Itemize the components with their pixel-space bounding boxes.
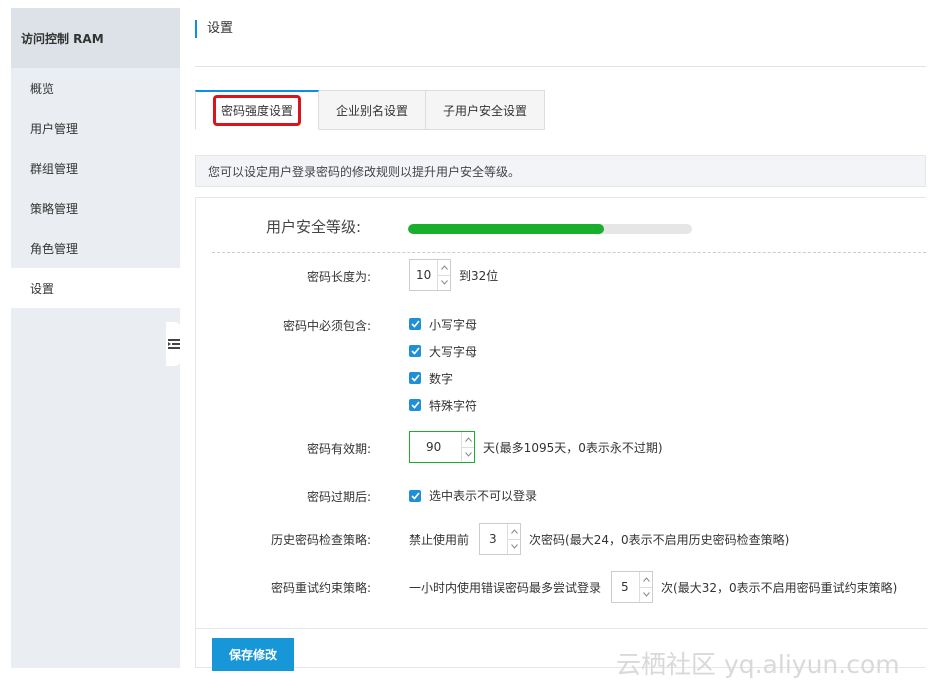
option-digits[interactable]: 数字 (409, 369, 453, 387)
sidebar-item-users[interactable]: 用户管理 (11, 108, 180, 148)
security-level-label: 用户安全等级: (266, 217, 362, 236)
chevron-down-icon (440, 280, 448, 286)
check-icon (410, 320, 420, 328)
history-label: 历史密码检查策略: (270, 533, 371, 547)
length-decrement-button[interactable] (438, 276, 450, 291)
retry-increment-button[interactable] (640, 572, 653, 588)
sidebar-item-policies[interactable]: 策略管理 (11, 188, 180, 228)
option-uppercase[interactable]: 大写字母 (409, 342, 477, 360)
length-increment-button[interactable] (438, 260, 450, 276)
retry-value[interactable]: 5 (612, 572, 639, 602)
chevron-down-icon (642, 592, 650, 598)
validity-suffix: 天(最多1095天，0表示永不过期) (483, 440, 663, 455)
validity-row: 90 天(最多1095天，0表示永不过期) (409, 431, 663, 463)
password-form: 用户安全等级: 密码长度为: 10 到32位 密码中必须包含: 小写字母 大写字… (195, 197, 927, 671)
chevron-up-icon (510, 528, 518, 534)
check-icon (410, 347, 420, 355)
length-stepper-arrows (437, 260, 450, 290)
retry-stepper[interactable]: 5 (611, 571, 654, 603)
sidebar-title: 访问控制 RAM (11, 8, 180, 68)
checkbox-block-login[interactable] (409, 489, 421, 502)
info-banner: 您可以设定用户登录密码的修改规则以提升用户安全等级。 (195, 155, 926, 187)
sidebar-item-roles[interactable]: 角色管理 (11, 228, 180, 268)
validity-label: 密码有效期: (306, 442, 371, 456)
sidebar-item-overview[interactable]: 概览 (11, 68, 180, 108)
option-special-label: 特殊字符 (429, 398, 478, 413)
watermark: 云栖社区 yq.aliyun.com (616, 650, 900, 679)
option-special[interactable]: 特殊字符 (409, 396, 477, 414)
sidebar-item-groups[interactable]: 群组管理 (11, 148, 180, 188)
tab-password-strength[interactable]: 密码强度设置 (195, 90, 320, 130)
tab-password-strength-label: 密码强度设置 (213, 95, 302, 126)
validity-increment-button[interactable] (462, 432, 474, 448)
chevron-up-icon (464, 436, 472, 442)
title-divider (195, 66, 926, 67)
retry-decrement-button[interactable] (640, 588, 652, 603)
main-content: 设置 密码强度设置 企业别名设置 子用户安全设置 您可以设定用户登录密码的修改规… (195, 8, 927, 671)
check-icon (410, 374, 420, 382)
option-digits-label: 数字 (429, 371, 454, 386)
retry-row: 一小时内使用错误密码最多尝试登录 5 次(最大32，0表示不启用密码重试约束策略… (409, 571, 897, 603)
length-value[interactable]: 10 (410, 260, 437, 290)
history-suffix: 次密码(最大24，0表示不启用历史密码检查策略) (529, 532, 790, 547)
validity-stepper[interactable]: 90 (409, 431, 475, 463)
sidebar-list: 概览 用户管理 群组管理 策略管理 角色管理 设置 (11, 68, 180, 308)
option-lowercase[interactable]: 小写字母 (409, 315, 477, 333)
chevron-up-icon (642, 576, 650, 582)
sidebar-item-settings[interactable]: 设置 (11, 268, 180, 308)
chevron-down-icon (464, 452, 472, 458)
must-contain-options: 小写字母 大写字母 数字 特殊字符 (409, 315, 477, 414)
history-prefix: 禁止使用前 (409, 532, 470, 547)
history-value[interactable]: 3 (480, 524, 507, 554)
security-level-row: 用户安全等级: (266, 214, 692, 238)
chevron-down-icon (510, 544, 518, 550)
history-row: 禁止使用前 3 次密码(最大24，0表示不启用历史密码检查策略) (409, 523, 789, 555)
checkbox-special[interactable] (409, 399, 421, 411)
security-level-bar (408, 224, 692, 234)
sidebar: 访问控制 RAM 概览 用户管理 群组管理 策略管理 角色管理 设置 (11, 8, 180, 668)
length-label: 密码长度为: (306, 270, 371, 284)
history-stepper[interactable]: 3 (479, 523, 522, 555)
after-expire-label: 密码过期后: (306, 490, 371, 504)
option-lowercase-label: 小写字母 (429, 317, 478, 332)
section-divider (212, 252, 926, 253)
security-level-fill (408, 224, 604, 234)
retry-label: 密码重试约束策略: (270, 581, 371, 595)
length-suffix: 到32位 (459, 268, 499, 283)
tab-subuser-security[interactable]: 子用户安全设置 (426, 90, 546, 130)
app-frame: 访问控制 RAM 概览 用户管理 群组管理 策略管理 角色管理 设置 设置 密码… (0, 0, 936, 689)
history-increment-button[interactable] (508, 524, 521, 540)
validity-value[interactable]: 90 (410, 432, 461, 462)
validity-decrement-button[interactable] (462, 448, 474, 463)
page-title: 设置 (195, 20, 233, 38)
checkbox-uppercase[interactable] (409, 345, 421, 357)
retry-suffix: 次(最大32，0表示不启用密码重试约束策略) (661, 580, 898, 595)
length-stepper[interactable]: 10 (409, 259, 451, 291)
sidebar-collapse-toggle[interactable] (166, 322, 182, 366)
tab-enterprise-alias[interactable]: 企业别名设置 (319, 90, 427, 130)
validity-stepper-arrows (461, 432, 474, 462)
after-expire-checkbox-label: 选中表示不可以登录 (429, 489, 538, 503)
menu-collapse-icon (168, 339, 180, 349)
info-text: 您可以设定用户登录密码的修改规则以提升用户安全等级。 (208, 164, 521, 179)
must-contain-label: 密码中必须包含: (282, 319, 371, 333)
save-button[interactable]: 保存修改 (212, 638, 295, 671)
retry-prefix: 一小时内使用错误密码最多尝试登录 (409, 580, 602, 595)
check-icon (410, 401, 420, 409)
actions-divider (196, 628, 927, 629)
checkbox-lowercase[interactable] (409, 318, 421, 330)
checkbox-digits[interactable] (409, 372, 421, 384)
option-uppercase-label: 大写字母 (429, 344, 478, 359)
history-decrement-button[interactable] (508, 540, 520, 555)
retry-stepper-arrows (639, 572, 653, 603)
history-stepper-arrows (507, 524, 521, 555)
after-expire-row[interactable]: 选中表示不可以登录 (409, 487, 537, 504)
length-row: 10 到32位 (409, 259, 498, 291)
tab-bar: 密码强度设置 企业别名设置 子用户安全设置 (195, 90, 546, 130)
check-icon (410, 491, 420, 500)
chevron-up-icon (440, 264, 448, 270)
